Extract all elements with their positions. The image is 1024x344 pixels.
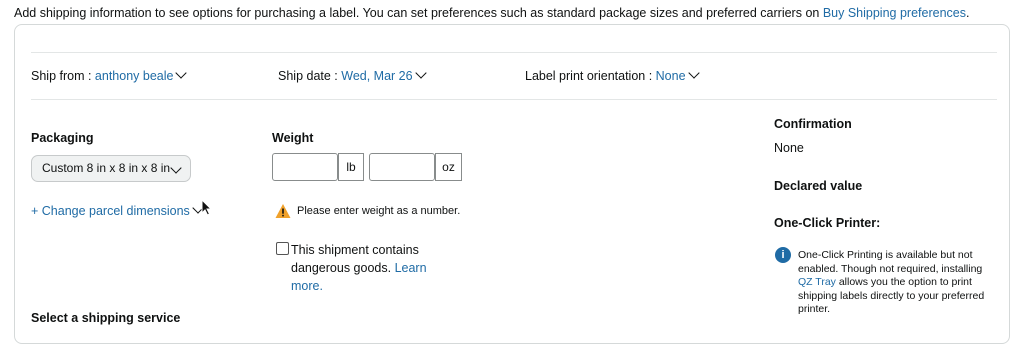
info-line: shipping labels directly to your preferr… — [798, 289, 985, 302]
warning-icon — [275, 204, 291, 218]
info-line: allows you the option to print — [835, 276, 972, 288]
one-click-printer-label: One-Click Printer: — [774, 216, 881, 230]
change-parcel-dimensions-text: + Change parcel dimensions — [31, 204, 190, 218]
qz-tray-link[interactable]: QZ Tray — [798, 276, 836, 288]
info-line: printer. — [798, 303, 831, 315]
info-icon: i — [775, 247, 791, 263]
ship-from-value: anthony beale — [94, 69, 174, 83]
info-banner-suffix: . — [965, 6, 970, 20]
buy-shipping-preferences-link[interactable]: Buy Shipping preferences — [823, 6, 966, 20]
label-orientation: Label print orientation : None — [525, 67, 700, 83]
weight-label: Weight — [272, 131, 314, 145]
divider — [31, 52, 997, 53]
ship-date: Ship date : Wed, Mar 26 — [278, 67, 427, 83]
info-line: enabled. Though not required, installing — [798, 262, 983, 275]
confirmation-value: None — [774, 141, 804, 155]
chevron-down-icon — [175, 67, 188, 79]
chevron-down-icon — [687, 67, 700, 79]
orientation-dropdown[interactable]: None — [655, 67, 700, 83]
weight-oz-unit: oz — [435, 153, 462, 181]
learn-more-link-cont[interactable]: more. — [291, 279, 323, 293]
packaging-select[interactable]: Custom 8 in x 8 in x 8 in — [31, 155, 191, 182]
select-shipping-service-label: Select a shipping service — [31, 311, 181, 325]
declared-value-label: Declared value — [774, 179, 863, 193]
confirmation-label: Confirmation — [774, 117, 852, 131]
dangerous-goods-checkbox[interactable] — [276, 242, 289, 255]
one-click-info-text: One-Click Printing is available but not … — [798, 249, 984, 317]
weight-lb-input[interactable] — [272, 153, 338, 181]
weight-lb-unit: lb — [338, 153, 364, 181]
orientation-value: None — [655, 69, 686, 83]
dangerous-goods-label: This shipment contains dangerous goods. … — [291, 241, 427, 295]
info-banner-text: Add shipping information to see options … — [14, 6, 823, 20]
chevron-down-icon — [170, 162, 182, 174]
mouse-cursor-icon — [201, 199, 213, 216]
weight-warning-text: Please enter weight as a number. — [297, 205, 461, 217]
ship-date-label: Ship date : — [278, 69, 338, 83]
info-line: One-Click Printing is available but not — [798, 249, 973, 261]
dangerous-goods-line2: dangerous goods. — [291, 261, 392, 275]
orientation-label: Label print orientation : — [525, 69, 653, 83]
packaging-selected-value: Custom 8 in x 8 in x 8 in — [42, 161, 171, 175]
weight-oz-input[interactable] — [369, 153, 435, 181]
ship-date-value: Wed, Mar 26 — [341, 69, 413, 83]
packaging-label: Packaging — [31, 131, 94, 145]
info-banner: Add shipping information to see options … — [14, 6, 969, 20]
change-parcel-dimensions-link[interactable]: + Change parcel dimensions — [31, 202, 204, 218]
dangerous-goods-line1: This shipment contains — [291, 243, 419, 257]
divider — [31, 99, 997, 100]
ship-from: Ship from : anthony beale — [31, 67, 188, 83]
chevron-down-icon — [414, 67, 427, 79]
ship-date-dropdown[interactable]: Wed, Mar 26 — [341, 67, 427, 83]
ship-from-label: Ship from : — [31, 69, 92, 83]
learn-more-link[interactable]: Learn — [395, 261, 427, 275]
ship-from-dropdown[interactable]: anthony beale — [94, 67, 188, 83]
